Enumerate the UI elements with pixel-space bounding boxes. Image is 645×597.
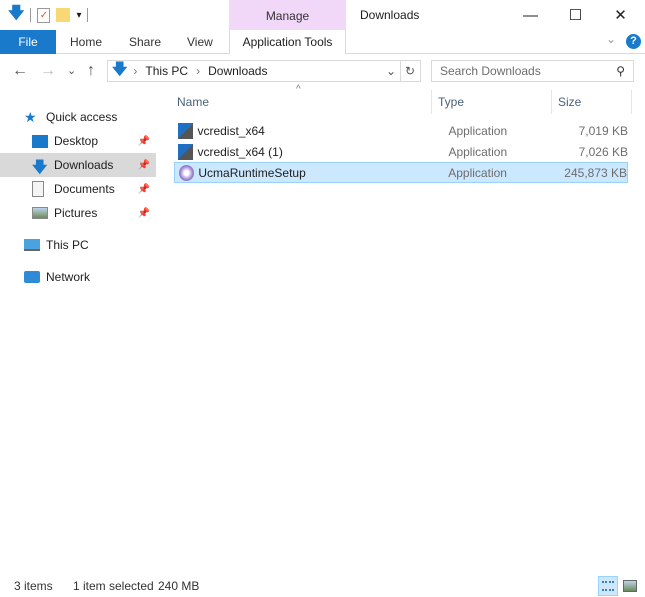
file-size: 7,019 KB — [578, 123, 628, 138]
breadcrumb-this-pc[interactable]: This PC — [145, 64, 188, 78]
sidebar-item-documents[interactable]: Documents 📌 — [0, 177, 156, 201]
recent-locations-button[interactable]: ⌄ — [67, 64, 76, 77]
pin-icon[interactable]: 📌 — [138, 136, 150, 147]
sidebar-item-label: Pictures — [54, 206, 98, 220]
properties-icon[interactable]: ✓ — [37, 7, 51, 23]
tab-view[interactable]: View — [187, 30, 213, 54]
downloads-icon: 🡇 — [32, 159, 48, 176]
file-name: vcredist_x64 — [197, 123, 265, 138]
details-view-button[interactable] — [598, 576, 618, 596]
pictures-icon — [32, 207, 48, 219]
breadcrumb-separator[interactable]: › — [133, 64, 137, 78]
setup-disc-icon — [179, 164, 195, 181]
sidebar-item-label: This PC — [46, 238, 89, 252]
expand-ribbon-icon[interactable]: ⌄ — [606, 32, 616, 46]
separator — [30, 8, 32, 22]
status-bar: 3 items 1 item selected 240 MB — [0, 576, 645, 597]
pin-icon[interactable]: 📌 — [138, 208, 150, 219]
tab-share[interactable]: Share — [129, 30, 161, 54]
details-view-icon — [602, 581, 614, 591]
column-divider[interactable] — [551, 90, 552, 114]
installer-icon — [178, 122, 194, 139]
close-button[interactable]: ✕ — [598, 0, 643, 30]
sidebar-item-desktop[interactable]: Desktop 📌 — [0, 129, 156, 153]
manage-group-label: Manage — [229, 0, 346, 30]
refresh-button[interactable]: ↻ — [400, 60, 421, 82]
tab-application-tools[interactable]: Application Tools — [229, 30, 346, 54]
search-input[interactable]: Search Downloads — [440, 64, 541, 78]
column-header-type[interactable]: Type — [438, 92, 464, 112]
network-icon — [24, 271, 40, 283]
selection-info: 1 item selected — [73, 579, 154, 593]
documents-icon — [32, 181, 44, 197]
star-icon: ★ — [24, 109, 37, 125]
tab-home[interactable]: Home — [70, 30, 102, 54]
computer-icon — [24, 239, 40, 251]
search-icon[interactable]: ⚲ — [616, 64, 625, 78]
desktop-icon — [32, 134, 48, 148]
sidebar-item-label: Network — [46, 270, 91, 284]
up-button[interactable]: ↑ — [87, 62, 95, 80]
minimize-button[interactable]: — — [508, 0, 553, 30]
sidebar-item-label: Desktop — [54, 134, 99, 148]
new-folder-icon[interactable] — [56, 8, 71, 22]
file-size: 7,026 KB — [578, 144, 628, 159]
breadcrumb-downloads[interactable]: Downloads — [208, 64, 267, 78]
column-header-size[interactable]: Size — [558, 92, 581, 112]
file-name: vcredist_x64 (1) — [197, 144, 283, 159]
customize-qat-icon[interactable]: ▾ — [76, 10, 81, 21]
file-size: 245,873 KB — [564, 165, 628, 180]
file-name: UcmaRuntimeSetup — [198, 165, 306, 180]
back-button[interactable]: ← — [12, 62, 28, 80]
file-type: Application — [448, 165, 507, 180]
file-type: Application — [448, 123, 508, 138]
sidebar-item-pictures[interactable]: Pictures 📌 — [0, 201, 156, 225]
column-header-name[interactable]: Name — [177, 92, 209, 112]
installer-icon — [178, 143, 194, 160]
sidebar-item-label: Documents — [54, 182, 115, 196]
file-row-selected[interactable]: UcmaRuntimeSetup Application 245,873 KB — [174, 162, 628, 183]
sort-ascending-icon: ^ — [296, 84, 301, 95]
pin-icon[interactable]: 📌 — [138, 184, 150, 195]
file-row[interactable]: vcredist_x64 (1) Application 7,026 KB — [174, 141, 628, 162]
item-count: 3 items — [14, 579, 53, 593]
search-box[interactable]: Search Downloads ⚲ — [431, 60, 634, 82]
tab-file[interactable]: File — [0, 30, 56, 54]
file-type: Application — [448, 144, 508, 159]
file-row[interactable]: vcredist_x64 Application 7,019 KB — [174, 120, 628, 141]
sidebar-item-this-pc[interactable]: This PC — [0, 233, 156, 257]
column-divider[interactable] — [631, 90, 632, 114]
quick-access-toolbar: 🡇 ✓ ▾ — [0, 0, 230, 30]
column-divider[interactable] — [431, 90, 432, 114]
window-title: Downloads — [360, 8, 420, 22]
sidebar-item-quick-access[interactable]: ★ Quick access — [0, 105, 156, 129]
download-arrow-icon[interactable]: 🡇 — [8, 2, 24, 29]
pin-icon[interactable]: 📌 — [138, 160, 150, 171]
maximize-button[interactable]: ☐ — [553, 0, 598, 30]
sidebar-item-label: Quick access — [46, 110, 118, 124]
sidebar-item-label: Downloads — [54, 158, 114, 172]
separator — [87, 8, 89, 22]
downloads-folder-icon: 🡇 — [112, 60, 128, 78]
help-icon[interactable]: ? — [626, 34, 641, 49]
forward-button[interactable]: → — [40, 62, 56, 80]
sidebar-item-downloads[interactable]: 🡇 Downloads 📌 — [0, 153, 156, 177]
address-dropdown-button[interactable]: ⌄ — [386, 64, 396, 78]
selection-size: 240 MB — [158, 579, 200, 593]
address-bar[interactable]: 🡇 › This PC › Downloads ⌄ — [107, 60, 401, 82]
large-icons-view-button[interactable] — [623, 580, 637, 592]
breadcrumb-separator[interactable]: › — [196, 64, 200, 78]
sidebar-item-network[interactable]: Network — [0, 265, 156, 289]
